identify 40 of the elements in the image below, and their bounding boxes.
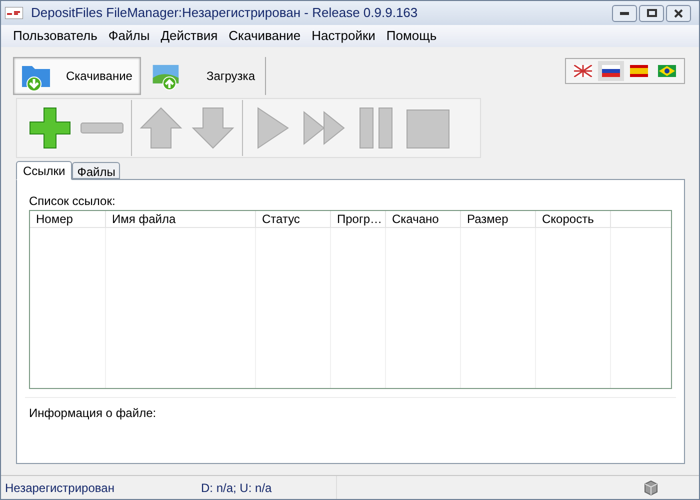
menu-item[interactable]: Скачивание xyxy=(228,26,301,46)
es-flag-icon xyxy=(630,65,648,77)
menu-item[interactable]: Файлы xyxy=(108,26,150,46)
column-header[interactable]: Имя файла xyxy=(106,211,256,227)
menu-item[interactable]: Пользователь xyxy=(13,26,98,46)
column-header[interactable]: Статус xyxy=(256,211,331,227)
maximize-icon xyxy=(646,9,656,17)
status-text: Незарегистрирован xyxy=(4,480,116,496)
minimize-icon xyxy=(620,12,629,14)
close-button[interactable] xyxy=(666,4,691,22)
tab[interactable]: Файлы xyxy=(72,162,120,179)
ru-flag-icon xyxy=(602,65,620,77)
mode-tab[interactable]: Скачивание xyxy=(13,57,141,95)
minimize-button[interactable] xyxy=(612,4,637,22)
close-icon xyxy=(674,8,683,18)
cube-icon xyxy=(643,480,659,496)
uk-flag-icon xyxy=(574,65,592,77)
column-header[interactable]: Скачано xyxy=(386,211,461,227)
column-header[interactable]: Номер xyxy=(30,211,106,227)
column-header[interactable]: Прогр… xyxy=(331,211,386,227)
arrow-up-icon xyxy=(139,106,183,150)
add-button[interactable] xyxy=(27,105,73,151)
links-label: Список ссылок: xyxy=(29,193,116,210)
tab[interactable]: Ссылки xyxy=(16,161,72,180)
transfer-status: D: n/a; U: n/a xyxy=(201,480,273,496)
br-flag-icon xyxy=(658,65,676,77)
maximize-button[interactable] xyxy=(639,4,664,22)
menu-item[interactable]: Действия xyxy=(160,26,218,46)
column-header[interactable]: Скорость xyxy=(536,211,611,227)
language-button[interactable] xyxy=(598,61,624,81)
mode-tab[interactable]: Загрузка xyxy=(141,57,266,95)
menu-item[interactable]: Настройки xyxy=(312,26,376,46)
menu-item[interactable]: Помощь xyxy=(386,26,437,46)
column-header[interactable]: Размер xyxy=(461,211,536,227)
file-info-label: Информация о файле: xyxy=(29,405,158,422)
window-title: DepositFiles FileManager:Незарегистрирован - Release 0.9.9.163 xyxy=(31,4,419,22)
plus-icon xyxy=(28,106,72,150)
minus-icon xyxy=(80,122,124,134)
app-icon xyxy=(5,7,23,19)
arrow-down-icon xyxy=(191,106,235,150)
